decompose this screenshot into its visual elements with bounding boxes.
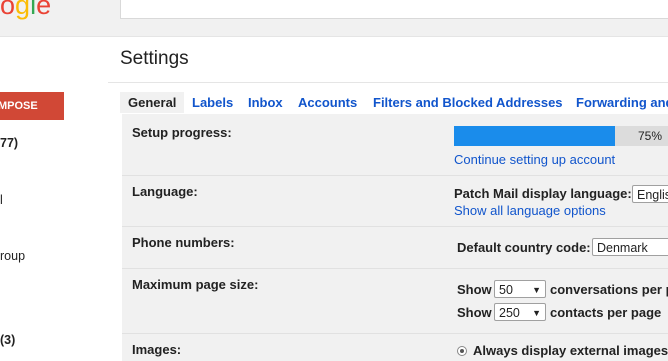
tab-forwarding[interactable]: Forwarding and <box>576 92 668 113</box>
contacts-per-page-select[interactable]: 250 ▼ <box>494 303 546 321</box>
setup-progress-bar: 75% <box>454 126 668 146</box>
language-select[interactable]: Englis <box>632 185 668 203</box>
always-display-images-option[interactable]: Always display external images <box>473 343 668 358</box>
row-divider <box>122 226 668 227</box>
tab-filters[interactable]: Filters and Blocked Addresses <box>373 92 563 113</box>
tab-general[interactable]: General <box>120 92 185 113</box>
sidebar-item-group[interactable]: roup <box>0 249 25 263</box>
contacts-suffix: contacts per page <box>550 305 662 320</box>
setup-progress-label: Setup progress: <box>132 125 232 140</box>
sidebar-item-count[interactable]: (3) <box>0 333 15 347</box>
progress-fill <box>454 126 615 146</box>
language-label: Language: <box>132 184 198 199</box>
sidebar-item[interactable]: l <box>0 193 3 207</box>
chevron-down-icon: ▼ <box>532 308 541 318</box>
display-language-label: Patch Mail display language: <box>454 186 632 201</box>
compose-label: MPOSE <box>0 100 38 112</box>
compose-button[interactable]: MPOSE <box>0 92 64 120</box>
show-label: Show <box>457 305 492 320</box>
radio-button[interactable] <box>457 346 467 356</box>
divider <box>108 82 668 83</box>
contacts-value: 250 <box>499 306 520 320</box>
search-input[interactable] <box>120 0 668 19</box>
tab-inbox[interactable]: Inbox <box>248 92 283 113</box>
progress-percent: 75% <box>637 129 662 143</box>
continue-setup-link[interactable]: Continue setting up account <box>454 152 615 167</box>
conversations-suffix: conversations per p <box>550 282 668 297</box>
phone-numbers-label: Phone numbers: <box>132 235 235 250</box>
images-label: Images: <box>132 342 182 357</box>
conversations-value: 50 <box>499 283 513 297</box>
row-divider <box>122 268 668 269</box>
chevron-down-icon: ▼ <box>532 285 541 295</box>
country-code-label: Default country code: <box>457 240 591 255</box>
show-language-options-link[interactable]: Show all language options <box>454 203 606 218</box>
row-divider <box>122 333 668 334</box>
conversations-per-page-select[interactable]: 50 ▼ <box>494 280 546 298</box>
top-bar: ogle <box>0 0 668 37</box>
country-code-value: Denmark <box>597 241 648 255</box>
max-page-size-label: Maximum page size: <box>132 277 259 292</box>
settings-tabs: General Labels Inbox Accounts Filters an… <box>120 92 668 113</box>
page-title: Settings <box>120 48 189 69</box>
country-code-select[interactable]: Denmark <box>592 238 668 256</box>
sidebar-item-inbox[interactable]: 77) <box>0 136 18 150</box>
tab-accounts[interactable]: Accounts <box>298 92 357 113</box>
row-divider <box>122 175 668 176</box>
tab-labels[interactable]: Labels <box>192 92 233 113</box>
radio-selected-dot <box>460 349 464 353</box>
show-label: Show <box>457 282 492 297</box>
logo[interactable]: ogle <box>0 0 51 21</box>
